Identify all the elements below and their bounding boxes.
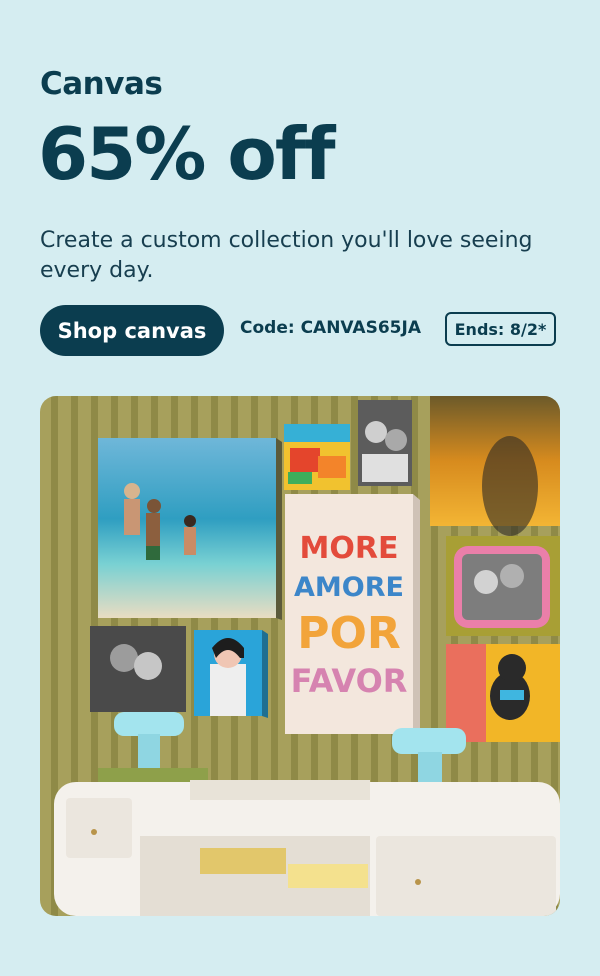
white-console-cabinet (54, 780, 560, 916)
abstract-color-canvas (284, 424, 350, 490)
gallery-wall-illustration: MORE AMORE POR FAVOR (40, 396, 560, 916)
typography-art-print: MORE AMORE POR FAVOR (285, 494, 420, 736)
art-print-line-3: POR (297, 608, 401, 659)
art-print-line-2: AMORE (294, 572, 404, 603)
ends-badge: Ends: 8/2* (445, 312, 556, 346)
shop-canvas-button[interactable]: Shop canvas (40, 305, 224, 356)
desert-sunset-canvas (430, 396, 560, 536)
dog-photo-canvas (446, 644, 560, 742)
promo-headline: 65% off (38, 112, 336, 196)
promo-code: Code: CANVAS65JA (240, 318, 421, 338)
pink-frame-portrait-canvas (446, 536, 560, 636)
portrait-illustration-canvas (194, 630, 268, 718)
promo-eyebrow: Canvas (40, 66, 163, 102)
beach-photo-canvas (98, 438, 282, 620)
art-print-line-4: FAVOR (291, 662, 408, 700)
promo-description: Create a custom collection you'll love s… (40, 228, 533, 283)
couple-kiss-canvas (90, 626, 186, 712)
couple-bw-canvas (358, 400, 412, 486)
art-print-line-1: MORE (300, 531, 399, 566)
hero-image[interactable]: MORE AMORE POR FAVOR (40, 396, 560, 916)
